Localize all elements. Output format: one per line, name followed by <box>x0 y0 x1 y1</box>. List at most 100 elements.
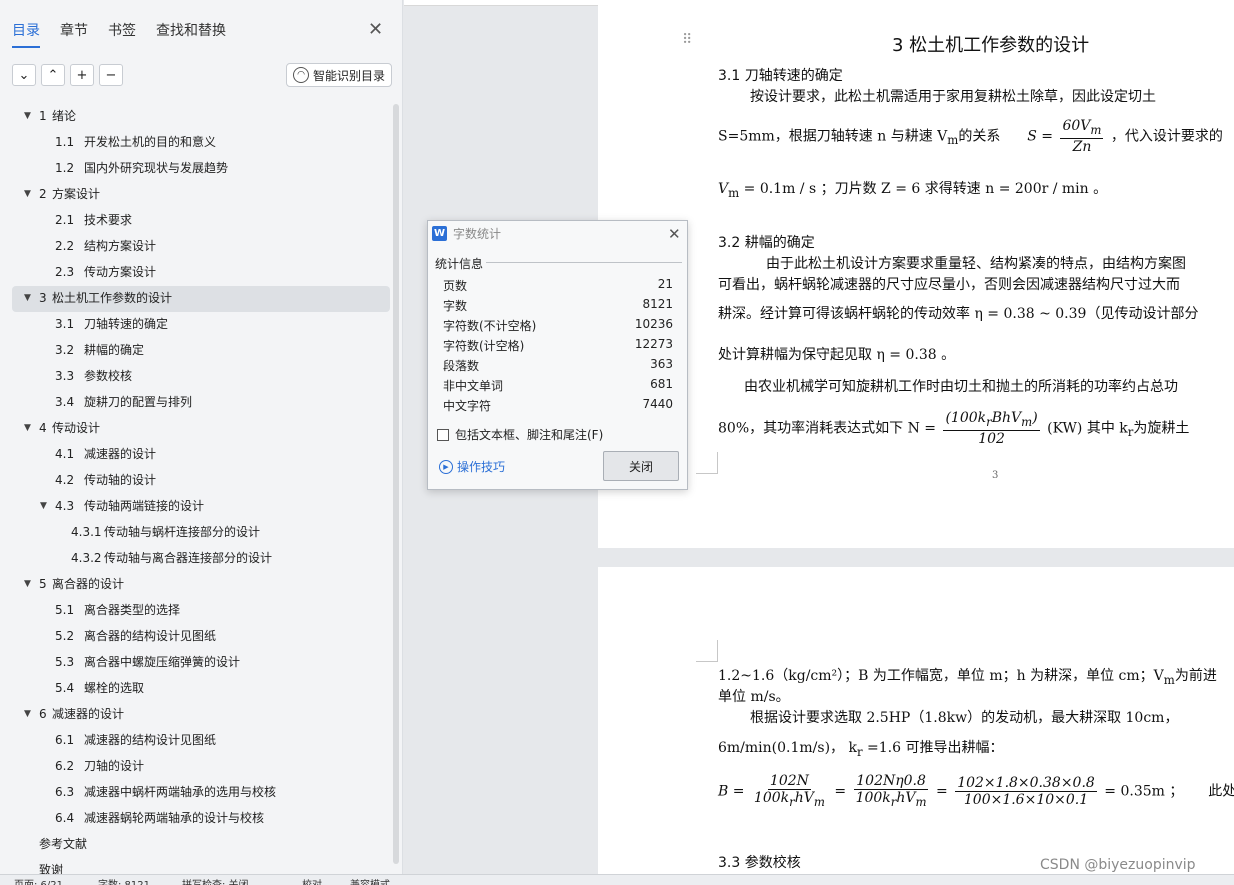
toc-item-label: 开发松土机的目的和意义 <box>84 135 217 149</box>
drag-handle-icon[interactable]: ⠿ <box>682 32 692 48</box>
toc-item[interactable]: 3.1 刀轴转速的确定 <box>0 312 392 338</box>
close-icon[interactable]: ✕ <box>668 225 681 243</box>
document-page-4[interactable]: 1.2~1.6（kg/cm²）；B 为工作幅宽，单位 m；h 为耕深，单位 cm… <box>598 567 1234 874</box>
toc-item[interactable]: 5.1 离合器类型的选择 <box>0 598 392 624</box>
stat-row: 中文字符 7440 <box>443 397 673 417</box>
dialog-title: 字数统计 <box>453 227 502 241</box>
document-page-3[interactable]: ⠿ 3 松土机工作参数的设计 3.1 刀轴转速的确定 按设计要求，此松土机需适用… <box>598 0 1234 548</box>
toc-item[interactable]: 1.1 开发松土机的目的和意义 <box>0 130 392 156</box>
toc-item[interactable]: 1.2 国内外研究现状与发展趋势 <box>0 156 392 182</box>
toc-item[interactable]: 2.3 传动方案设计 <box>0 260 392 286</box>
spell-check-indicator[interactable]: 拼写检查: 关闭 <box>182 876 249 885</box>
toc-item[interactable]: 4.2 传动轴的设计 <box>0 468 392 494</box>
page-indicator[interactable]: 页面: 6/21 <box>14 876 63 885</box>
toc-item[interactable]: 2.2 结构方案设计 <box>0 234 392 260</box>
toc-item-number: 6.4 <box>55 811 75 825</box>
expand-toggle-icon[interactable]: ▼ <box>24 702 31 726</box>
wps-writer-icon: W <box>432 226 447 241</box>
margin-corner-mark <box>696 640 718 662</box>
paragraph: 1.2~1.6（kg/cm²）；B 为工作幅宽，单位 m；h 为耕深，单位 cm… <box>718 668 1217 687</box>
toc-item-label: 刀轴转速的确定 <box>84 317 169 331</box>
fraction: 102Nη0.8 100krhVm <box>854 773 928 809</box>
smart-recognize-icon: ◠ <box>293 67 309 83</box>
formula-line: 6m/min(0.1m/s)， kr =1.6 可推导出耕幅： <box>718 740 1004 759</box>
toc-item[interactable]: ▼ 2 方案设计 <box>0 182 392 208</box>
close-button[interactable]: 关闭 <box>603 451 679 481</box>
expand-toggle-icon[interactable]: ▼ <box>24 416 31 440</box>
toc-item[interactable]: 6.2 刀轴的设计 <box>0 754 392 780</box>
toc-item-label: 离合器类型的选择 <box>84 603 181 617</box>
toc-toolbar: ⌄ ⌃ + − <box>12 64 123 86</box>
paragraph: 按设计要求，此松土机需适用于家用复耕松土除草，因此设定切土 <box>750 89 1156 105</box>
toc-item-label: 传动轴与离合器连接部分的设计 <box>104 551 273 565</box>
proofread-button[interactable]: 校对 <box>302 876 322 885</box>
toc-item-number: 2 <box>39 187 47 201</box>
word-count-indicator[interactable]: 字数: 8121 <box>98 876 150 885</box>
toc-item-label: 传动轴的设计 <box>84 473 157 487</box>
toc-item[interactable]: ▼ 4.3 传动轴两端链接的设计 <box>0 494 392 520</box>
close-icon[interactable]: ✕ <box>368 20 383 40</box>
toc-scrollbar[interactable] <box>393 104 399 864</box>
toc-item[interactable]: 5.4 螺栓的选取 <box>0 676 392 702</box>
formula-line: Vm = 0.1m / s ；刀片数 Z = 6 求得转速 n = 200r /… <box>718 181 1108 200</box>
collapse-button[interactable]: ⌄ <box>12 64 36 86</box>
checkbox-box[interactable] <box>437 428 449 441</box>
compat-mode-indicator: 兼容模式 <box>350 876 390 885</box>
toc-item[interactable]: ▼ 1 绪论 <box>0 104 392 130</box>
section-title-3-2: 3.2 耕幅的确定 <box>718 235 815 251</box>
toc-item[interactable]: 4.3.2 传动轴与离合器连接部分的设计 <box>0 546 392 572</box>
toc-item-label: 方案设计 <box>52 187 101 201</box>
nav-tabs: 目录 章节 书签 查找和替换 <box>12 20 226 48</box>
expand-toggle-icon[interactable]: ▼ <box>40 494 47 518</box>
dialog-titlebar[interactable]: W 字数统计 <box>432 225 501 242</box>
stat-value: 363 <box>650 357 673 371</box>
toc-item-number: 4.2 <box>55 473 75 487</box>
toc-item[interactable]: ▼ 3 松土机工作参数的设计 <box>12 286 390 312</box>
toc-item[interactable]: 5.3 离合器中螺旋压缩弹簧的设计 <box>0 650 392 676</box>
stat-label: 页数 <box>443 279 468 293</box>
divider <box>486 262 682 263</box>
tab-chapters[interactable]: 章节 <box>60 20 88 48</box>
remove-heading-button[interactable]: − <box>99 64 123 86</box>
toc-item[interactable]: ▼ 4 传动设计 <box>0 416 392 442</box>
toc-item[interactable]: 6.4 减速器蜗轮两端轴承的设计与校核 <box>0 806 392 832</box>
expand-toggle-icon[interactable]: ▼ <box>24 286 31 310</box>
expand-toggle-icon[interactable]: ▼ <box>24 104 31 128</box>
tab-toc[interactable]: 目录 <box>12 20 40 48</box>
add-heading-button[interactable]: + <box>70 64 94 86</box>
stat-value: 12273 <box>634 337 673 351</box>
toc-item[interactable]: 6.1 减速器的结构设计见图纸 <box>0 728 392 754</box>
stat-label: 字符数(不计空格) <box>443 319 537 333</box>
toc-item[interactable]: 参考文献 <box>0 832 392 858</box>
expand-button[interactable]: ⌃ <box>41 64 65 86</box>
toc-item[interactable]: 3.2 耕幅的确定 <box>0 338 392 364</box>
toc-item[interactable]: ▼ 5 离合器的设计 <box>0 572 392 598</box>
fraction: 102×1.8×0.38×0.8 100×1.6×10×0.1 <box>955 774 1097 808</box>
include-textbox-checkbox[interactable]: 包括文本框、脚注和尾注(F) <box>437 426 603 443</box>
toc-item-number: 3.4 <box>55 395 75 409</box>
stat-label: 中文字符 <box>443 399 492 413</box>
paragraph: 根据设计要求选取 2.5HP（1.8kw）的发动机，最大耕深取 10cm， <box>750 710 1179 726</box>
tips-link[interactable]: ▶ 操作技巧 <box>439 458 505 475</box>
toc-item[interactable]: 5.2 离合器的结构设计见图纸 <box>0 624 392 650</box>
toc-item[interactable]: 3.4 旋耕刀的配置与排列 <box>0 390 392 416</box>
toc-item-label: 耕幅的确定 <box>84 343 145 357</box>
toc-item[interactable]: 6.3 减速器中蜗杆两端轴承的选用与校核 <box>0 780 392 806</box>
toc-item-number: 1.2 <box>55 161 75 175</box>
paragraph: 由于此松土机设计方案要求重量轻、结构紧凑的特点，由结构方案图 <box>766 256 1186 272</box>
toc-item[interactable]: 2.1 技术要求 <box>0 208 392 234</box>
expand-toggle-icon[interactable]: ▼ <box>24 182 31 206</box>
expand-toggle-icon[interactable]: ▼ <box>24 572 31 596</box>
stat-row: 段落数 363 <box>443 357 673 377</box>
chevron-up-icon: ⌃ <box>47 67 59 83</box>
toc-item[interactable]: 4.1 减速器的设计 <box>0 442 392 468</box>
smart-toc-button[interactable]: ◠ 智能识别目录 <box>286 63 393 87</box>
minus-icon: − <box>105 67 117 83</box>
toc-item[interactable]: 3.3 参数校核 <box>0 364 392 390</box>
toc-item-label: 国内外研究现状与发展趋势 <box>84 161 229 175</box>
toc-item[interactable]: 4.3.1 传动轴与蜗杆连接部分的设计 <box>0 520 392 546</box>
tab-find-replace[interactable]: 查找和替换 <box>156 20 226 48</box>
toc-item[interactable]: ▼ 6 减速器的设计 <box>0 702 392 728</box>
toc-item-label: 结构方案设计 <box>84 239 157 253</box>
tab-bookmarks[interactable]: 书签 <box>108 20 136 48</box>
